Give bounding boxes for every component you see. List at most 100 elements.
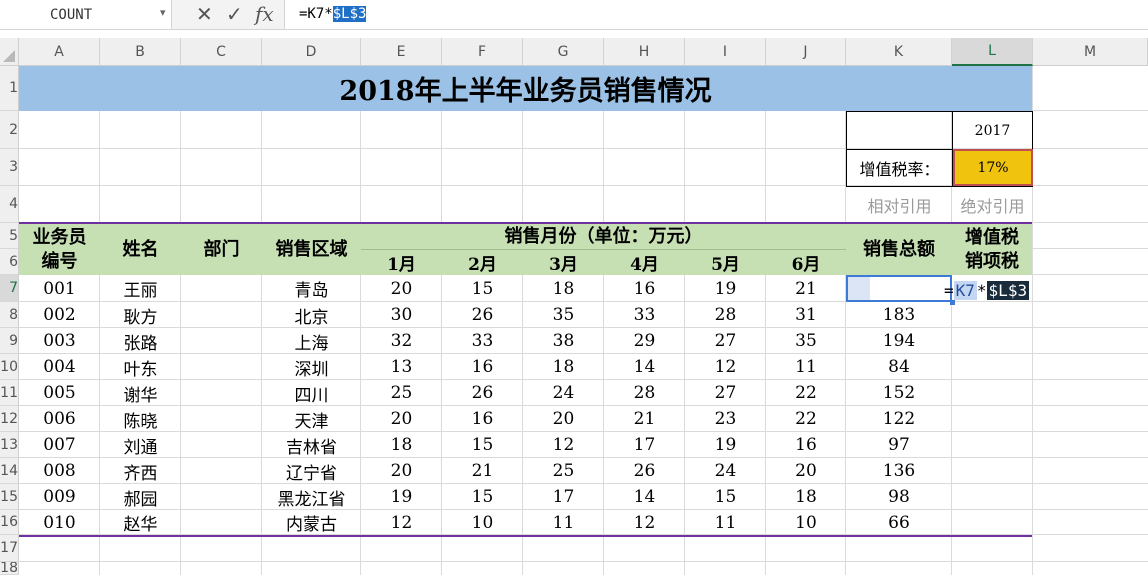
cell-month-6[interactable]: 22 <box>766 380 846 406</box>
cancel-icon[interactable]: ✕ <box>196 2 213 26</box>
cell-month-3[interactable]: 25 <box>523 458 604 484</box>
header-month-3[interactable]: 3月 <box>523 250 604 275</box>
cell-month-1[interactable]: 18 <box>361 432 442 458</box>
cell-total[interactable]: 152 <box>846 380 952 406</box>
row-header-8[interactable]: 8 <box>0 302 19 328</box>
cell-dept[interactable] <box>181 275 262 302</box>
cell-month-1[interactable]: 20 <box>361 406 442 432</box>
cell-month-3[interactable]: 11 <box>523 510 604 535</box>
row-header-13[interactable]: 13 <box>0 432 19 458</box>
cell-month-6[interactable]: 10 <box>766 510 846 535</box>
row-header-14[interactable]: 14 <box>0 458 19 484</box>
cell-month-3[interactable]: 17 <box>523 484 604 510</box>
header-vat[interactable]: 增值税 销项税 <box>952 224 1032 275</box>
cell-month-1[interactable]: 20 <box>361 458 442 484</box>
cell-month-4[interactable]: 21 <box>604 406 685 432</box>
cell-dept[interactable] <box>181 380 262 406</box>
enter-icon[interactable]: ✓ <box>226 2 243 26</box>
cell-total[interactable]: 122 <box>846 406 952 432</box>
cell-name[interactable]: 刘通 <box>100 432 181 458</box>
cell-month-2[interactable]: 33 <box>442 328 523 354</box>
header-dept[interactable]: 部门 <box>181 224 262 275</box>
header-month-4[interactable]: 4月 <box>604 250 685 275</box>
cell-vat[interactable] <box>952 354 1033 380</box>
cell-month-6[interactable]: 31 <box>766 302 846 328</box>
cell-vat[interactable] <box>952 432 1033 458</box>
cell-id[interactable]: 009 <box>19 484 100 510</box>
cell-name[interactable]: 张路 <box>100 328 181 354</box>
cell-month-4[interactable]: 29 <box>604 328 685 354</box>
cell-month-5[interactable]: 19 <box>685 432 766 458</box>
active-cell-border[interactable] <box>846 275 952 302</box>
cell-month-6[interactable]: 11 <box>766 354 846 380</box>
cell-month-3[interactable]: 24 <box>523 380 604 406</box>
row-header-6[interactable]: 6 <box>0 249 19 275</box>
cell-month-4[interactable]: 14 <box>604 354 685 380</box>
cell-id[interactable]: 003 <box>19 328 100 354</box>
cell-month-5[interactable]: 27 <box>685 328 766 354</box>
cell-dept[interactable] <box>181 328 262 354</box>
column-header-f[interactable]: F <box>442 38 523 66</box>
header-region[interactable]: 销售区域 <box>262 224 361 275</box>
cell-name[interactable]: 王丽 <box>100 275 181 302</box>
formula-input[interactable]: =K7*$L$3 <box>284 0 1148 29</box>
cell-month-4[interactable]: 17 <box>604 432 685 458</box>
cell-month-5[interactable]: 15 <box>685 484 766 510</box>
cell-month-4[interactable]: 14 <box>604 484 685 510</box>
column-header-c[interactable]: C <box>181 38 262 66</box>
cell-month-2[interactable]: 15 <box>442 275 523 302</box>
cell-month-6[interactable]: 18 <box>766 484 846 510</box>
cell-dept[interactable] <box>181 458 262 484</box>
cell-id[interactable]: 008 <box>19 458 100 484</box>
cell-month-2[interactable]: 21 <box>442 458 523 484</box>
cell-month-6[interactable]: 22 <box>766 406 846 432</box>
absolute-ref-label[interactable]: 绝对引用 <box>953 187 1032 223</box>
cell-vat[interactable] <box>952 328 1033 354</box>
cell-id[interactable]: 002 <box>19 302 100 328</box>
cell-region[interactable]: 四川 <box>262 380 361 406</box>
column-header-i[interactable]: I <box>685 38 766 66</box>
cell-month-3[interactable]: 18 <box>523 275 604 302</box>
column-header-b[interactable]: B <box>100 38 181 66</box>
cell-month-5[interactable]: 27 <box>685 380 766 406</box>
cell-month-1[interactable]: 20 <box>361 275 442 302</box>
cell-month-4[interactable]: 16 <box>604 275 685 302</box>
cell-id[interactable]: 005 <box>19 380 100 406</box>
column-header-j[interactable]: J <box>766 38 846 66</box>
cell-month-6[interactable]: 21 <box>766 275 846 302</box>
column-header-d[interactable]: D <box>262 38 361 66</box>
cell-region[interactable]: 北京 <box>262 302 361 328</box>
cell-month-1[interactable]: 32 <box>361 328 442 354</box>
cell-month-1[interactable]: 13 <box>361 354 442 380</box>
row-header-15[interactable]: 15 <box>0 484 19 510</box>
cell-month-5[interactable]: 24 <box>685 458 766 484</box>
cell-month-1[interactable]: 19 <box>361 484 442 510</box>
cell-region[interactable]: 上海 <box>262 328 361 354</box>
function-icon[interactable]: fx <box>255 2 274 26</box>
cell-name[interactable]: 郝园 <box>100 484 181 510</box>
cell-vat[interactable] <box>952 302 1033 328</box>
cell-month-3[interactable]: 38 <box>523 328 604 354</box>
cell-id[interactable]: 004 <box>19 354 100 380</box>
cell-total[interactable]: 66 <box>846 510 952 535</box>
cell-month-2[interactable]: 15 <box>442 432 523 458</box>
header-total[interactable]: 销售总额 <box>846 224 952 275</box>
cell-total[interactable]: 194 <box>846 328 952 354</box>
cell-month-2[interactable]: 15 <box>442 484 523 510</box>
cell-region[interactable]: 内蒙古 <box>262 510 361 535</box>
cell-month-5[interactable]: 28 <box>685 302 766 328</box>
cell-name[interactable]: 叶东 <box>100 354 181 380</box>
cell-month-4[interactable]: 28 <box>604 380 685 406</box>
cell-region[interactable]: 黑龙江省 <box>262 484 361 510</box>
cell-total[interactable]: 98 <box>846 484 952 510</box>
header-name[interactable]: 姓名 <box>100 224 181 275</box>
cell-id[interactable]: 007 <box>19 432 100 458</box>
row-header-17[interactable]: 17 <box>0 535 19 562</box>
cell-name[interactable]: 赵华 <box>100 510 181 535</box>
cell-id[interactable]: 010 <box>19 510 100 535</box>
select-all-corner[interactable] <box>0 38 19 66</box>
header-month-6[interactable]: 6月 <box>766 250 846 275</box>
cell-month-4[interactable]: 26 <box>604 458 685 484</box>
cell-month-5[interactable]: 19 <box>685 275 766 302</box>
cell-month-3[interactable]: 35 <box>523 302 604 328</box>
